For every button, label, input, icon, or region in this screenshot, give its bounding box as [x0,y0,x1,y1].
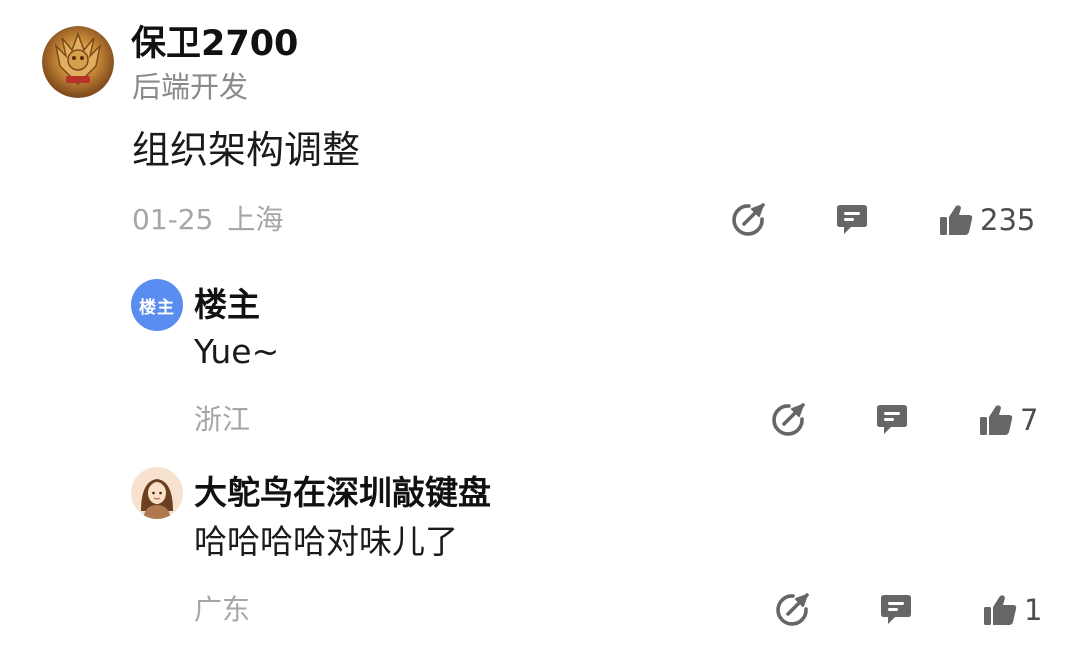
comment-meta: 01-25 上海 [132,202,283,238]
author-title: 后端开发 [132,70,249,104]
thumbs-up-icon [984,595,1017,625]
reply-button[interactable] [879,590,913,630]
comment-icon [881,595,911,624]
like-button[interactable]: 235 [938,200,1035,240]
reply-content: 哈哈哈哈对味儿了 [194,522,458,561]
avatar-image [131,467,183,519]
comment-location: 上海 [227,203,284,236]
like-button[interactable]: 7 [978,400,1038,440]
op-badge-avatar[interactable]: 楼主 [131,279,183,331]
comment-icon [877,405,907,434]
share-icon [776,593,809,626]
thumbs-up-icon [980,405,1013,435]
avatar[interactable] [131,467,183,519]
like-button[interactable]: 1 [982,590,1042,630]
comment-content: 组织架构调整 [132,128,361,172]
like-count: 235 [980,203,1036,237]
like-count: 1 [1024,593,1043,627]
avatar[interactable] [42,26,114,98]
share-icon [732,203,765,236]
share-icon [772,403,805,436]
reply-location: 浙江 [194,403,251,436]
share-button[interactable] [730,200,766,240]
like-count: 7 [1020,403,1039,437]
reply-author[interactable]: 楼主 [194,284,260,326]
share-button[interactable] [770,400,806,440]
reply-button[interactable] [835,200,869,240]
avatar-image [42,26,114,98]
comment-date: 01-25 [132,203,214,236]
reply-button[interactable] [875,400,909,440]
reply-author[interactable]: 大鸵鸟在深圳敲键盘 [194,472,491,514]
reply-location: 广东 [194,593,251,626]
share-button[interactable] [774,590,810,630]
comment-icon [837,205,867,234]
thumbs-up-icon [940,205,973,235]
reply-content: Yue~ [194,332,280,371]
comment-author[interactable]: 保卫2700 [131,22,298,66]
